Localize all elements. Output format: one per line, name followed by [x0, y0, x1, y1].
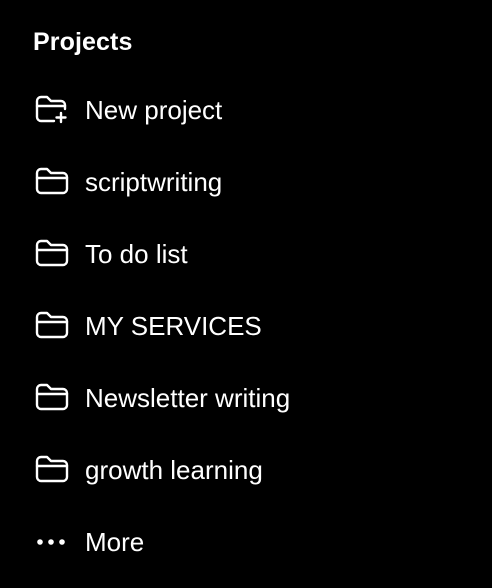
- folder-icon: [35, 165, 69, 199]
- folder-plus-icon: [35, 93, 69, 127]
- project-item-label: scriptwriting: [85, 167, 223, 197]
- new-project-label: New project: [85, 95, 223, 125]
- project-item-to-do-list[interactable]: To do list: [0, 218, 492, 290]
- more-label: More: [85, 527, 145, 557]
- more-dots-icon: [35, 525, 69, 559]
- folder-icon: [35, 381, 69, 415]
- project-item-scriptwriting[interactable]: scriptwriting: [0, 146, 492, 218]
- folder-icon: [35, 237, 69, 271]
- new-project-button[interactable]: New project: [0, 74, 492, 146]
- project-item-growth-learning[interactable]: growth learning: [0, 434, 492, 506]
- project-item-label: To do list: [85, 239, 188, 269]
- projects-section-title: Projects: [33, 28, 133, 56]
- project-item-label: MY SERVICES: [85, 311, 262, 341]
- project-item-label: growth learning: [85, 455, 263, 485]
- projects-list: New project scriptwriting To do list MY …: [0, 74, 492, 578]
- project-item-newsletter-writing[interactable]: Newsletter writing: [0, 362, 492, 434]
- project-item-my-services[interactable]: MY SERVICES: [0, 290, 492, 362]
- folder-icon: [35, 309, 69, 343]
- more-button[interactable]: More: [0, 506, 492, 578]
- project-item-label: Newsletter writing: [85, 383, 291, 413]
- folder-icon: [35, 453, 69, 487]
